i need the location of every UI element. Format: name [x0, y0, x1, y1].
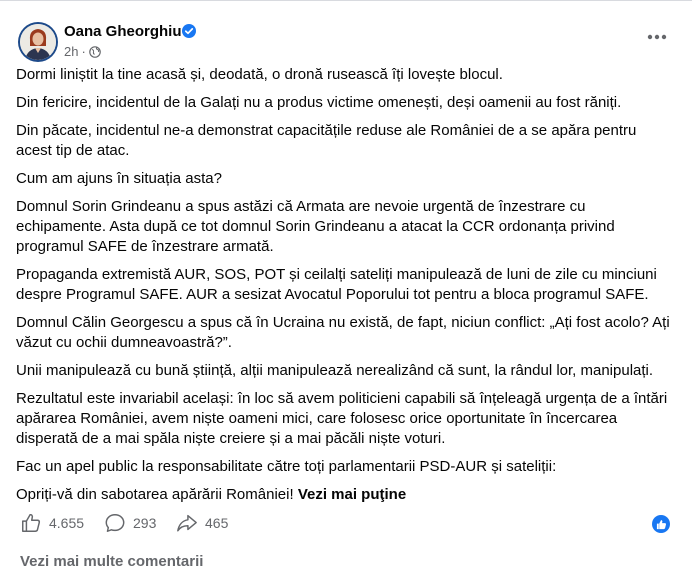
share-arrow-icon [177, 514, 197, 532]
comment-bubble-icon [105, 514, 125, 532]
meta-separator: · [81, 44, 86, 59]
post-actions: 4.655 293 465 [16, 511, 676, 535]
avatar-photo [20, 24, 56, 60]
post-paragraph: Din păcate, incidentul ne-a demonstrat c… [16, 122, 637, 159]
post-paragraph: Domnul Sorin Grindeanu a spus astăzi că … [16, 198, 615, 255]
post-paragraph: Fac un apel public la responsabilitate c… [16, 458, 557, 475]
post-body: Dormi liniștit la tine acasă și, deodată… [16, 65, 672, 513]
post-paragraph: Dormi liniștit la tine acasă și, deodată… [16, 66, 503, 83]
author-name[interactable]: Oana Gheorghiu [64, 23, 182, 40]
post-last-paragraph: Opriți-vă din sabotarea apărării Românie… [16, 485, 672, 505]
like-count: 4.655 [49, 515, 85, 531]
post-card: Oana Gheorghiu 2h · Dormi liniștit la tin… [0, 0, 692, 572]
view-more-comments-link[interactable]: Vezi mai multe comentarii [20, 553, 203, 570]
post-paragraph: Rezultatul este invariabil același: în l… [16, 390, 668, 447]
post-paragraph: Din fericire, incidentul de la Galați nu… [16, 94, 622, 111]
post-paragraph-text: Opriți-vă din sabotarea apărării Românie… [16, 486, 294, 503]
more-options-button[interactable] [642, 22, 672, 52]
globe-icon[interactable] [89, 46, 101, 58]
comment-button[interactable]: 293 [104, 511, 156, 535]
share-count: 465 [205, 515, 229, 531]
comment-count: 293 [133, 515, 157, 531]
post-paragraph: Domnul Călin Georgescu a spus că în Ucra… [16, 314, 670, 351]
verified-badge-icon [182, 24, 196, 38]
like-button[interactable]: 4.655 [20, 511, 84, 535]
post-meta: 2h · [64, 44, 101, 59]
see-less-link[interactable]: Vezi mai puţine [298, 486, 406, 503]
author-avatar[interactable] [18, 22, 58, 62]
more-options-icon [647, 34, 667, 40]
thumbs-up-icon [22, 513, 41, 532]
post-timestamp[interactable]: 2h [64, 44, 78, 59]
post-paragraph: Cum am ajuns în situația asta? [16, 170, 222, 187]
post-header: Oana Gheorghiu 2h · [16, 14, 676, 62]
post-paragraph: Unii manipulează cu bună știință, alții … [16, 362, 654, 379]
share-button[interactable]: 465 [176, 511, 228, 535]
like-reaction-badge[interactable] [652, 515, 670, 533]
post-paragraph: Propaganda extremistă AUR, SOS, POT și c… [16, 266, 657, 303]
like-reaction-icon [656, 519, 666, 529]
